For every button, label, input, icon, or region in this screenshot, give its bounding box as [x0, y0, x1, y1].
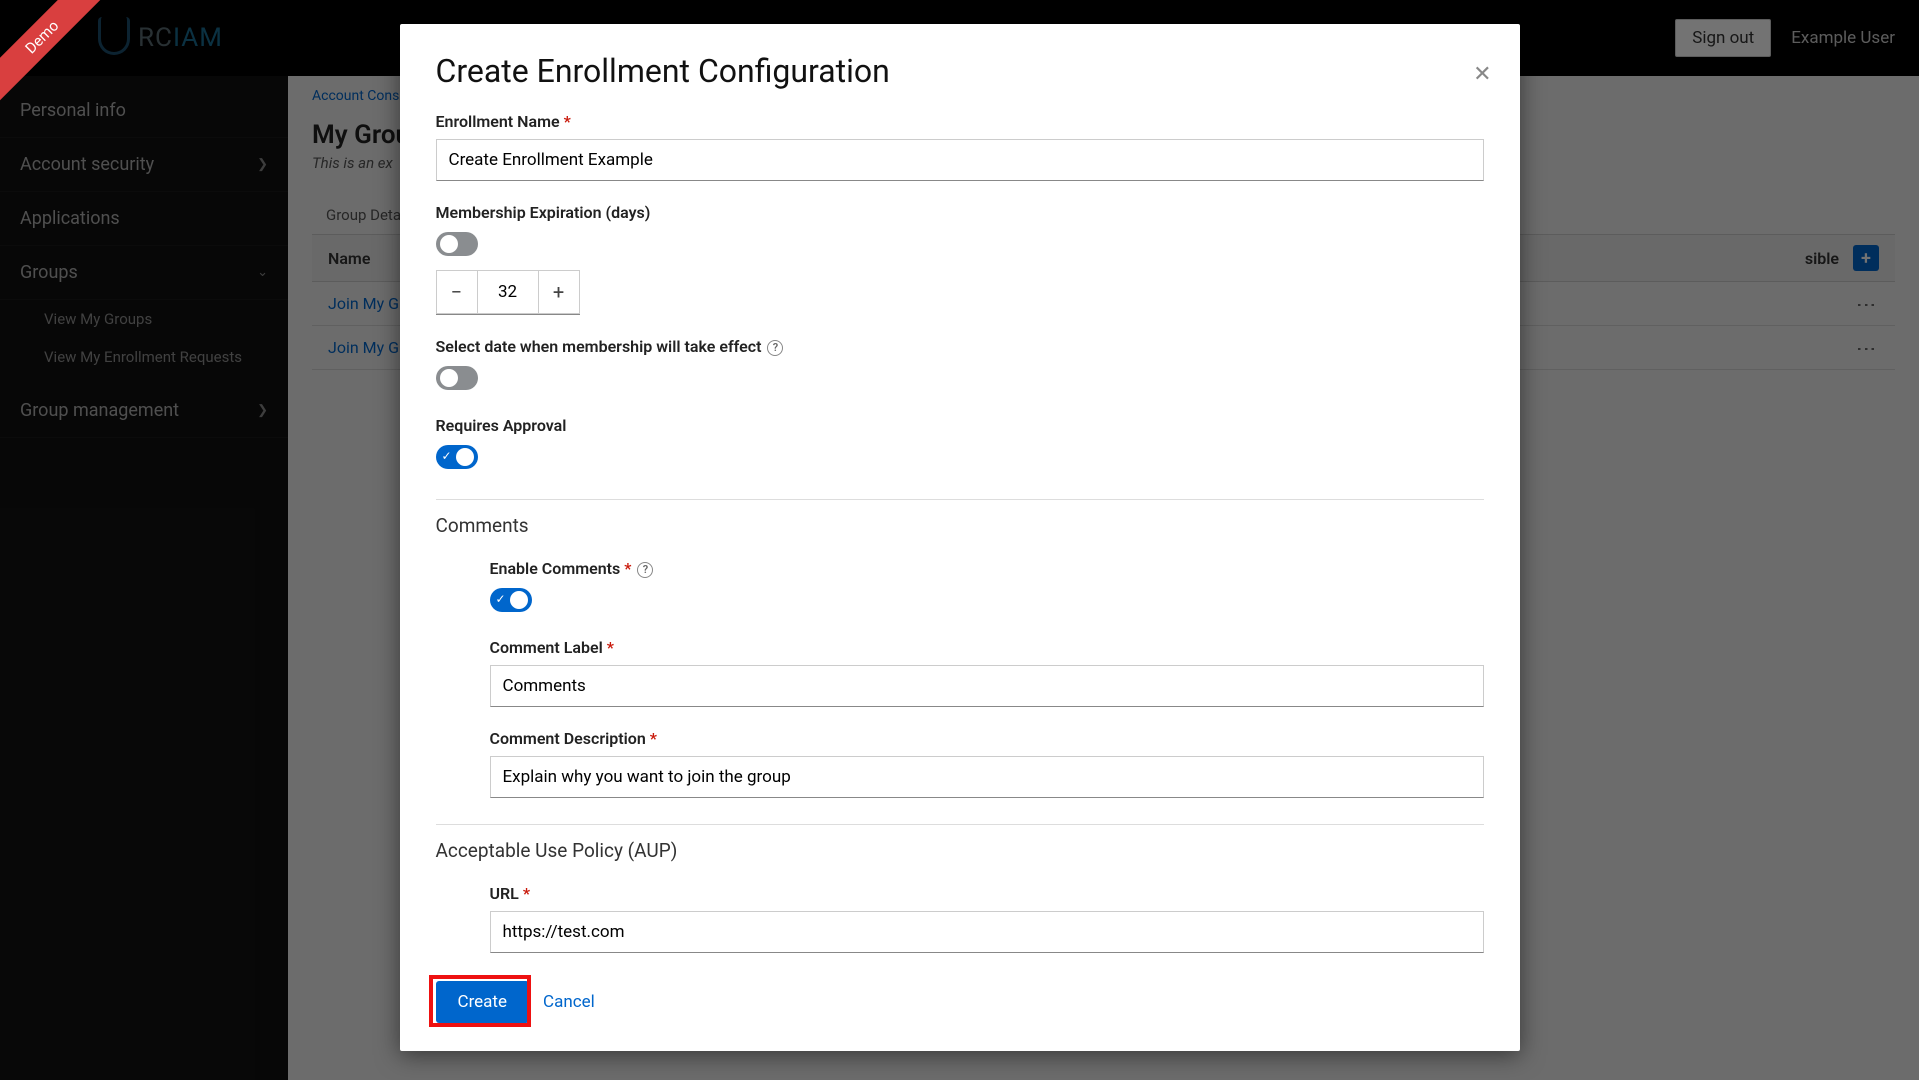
enrollment-name-label: Enrollment Name* — [436, 112, 1484, 131]
comment-label-input[interactable] — [490, 665, 1484, 707]
url-input[interactable] — [490, 911, 1484, 953]
effect-date-label: Select date when membership will take ef… — [436, 337, 1484, 356]
comments-section-title: Comments — [436, 514, 1484, 537]
comment-desc-label: Comment Description* — [490, 729, 1484, 748]
comment-label-label: Comment Label* — [490, 638, 1484, 657]
create-button[interactable]: Create — [436, 981, 530, 1023]
aup-section-title: Acceptable Use Policy (AUP) — [436, 839, 1484, 862]
enrollment-name-input[interactable] — [436, 139, 1484, 181]
membership-exp-label: Membership Expiration (days) — [436, 203, 1484, 222]
effect-date-toggle[interactable] — [436, 366, 478, 390]
stepper-plus-button[interactable]: + — [538, 270, 580, 314]
enable-comments-label: Enable Comments*? — [490, 559, 1484, 578]
help-icon[interactable]: ? — [767, 340, 783, 356]
stepper-minus-button[interactable]: − — [436, 270, 478, 314]
enable-comments-toggle[interactable]: ✓ — [490, 588, 532, 612]
close-icon[interactable]: ✕ — [1473, 62, 1491, 87]
modal-title: Create Enrollment Configuration — [436, 52, 1484, 90]
help-icon[interactable]: ? — [637, 562, 653, 578]
requires-approval-toggle[interactable]: ✓ — [436, 445, 478, 469]
modal: Create Enrollment Configuration ✕ Enroll… — [400, 24, 1520, 1051]
cancel-button[interactable]: Cancel — [543, 992, 595, 1012]
requires-approval-label: Requires Approval — [436, 416, 1484, 435]
stepper-input[interactable] — [478, 270, 538, 314]
membership-stepper: − + — [436, 270, 580, 315]
comment-desc-input[interactable] — [490, 756, 1484, 798]
url-label: URL* — [490, 884, 1484, 903]
membership-exp-toggle[interactable]: ✓ — [436, 232, 478, 256]
